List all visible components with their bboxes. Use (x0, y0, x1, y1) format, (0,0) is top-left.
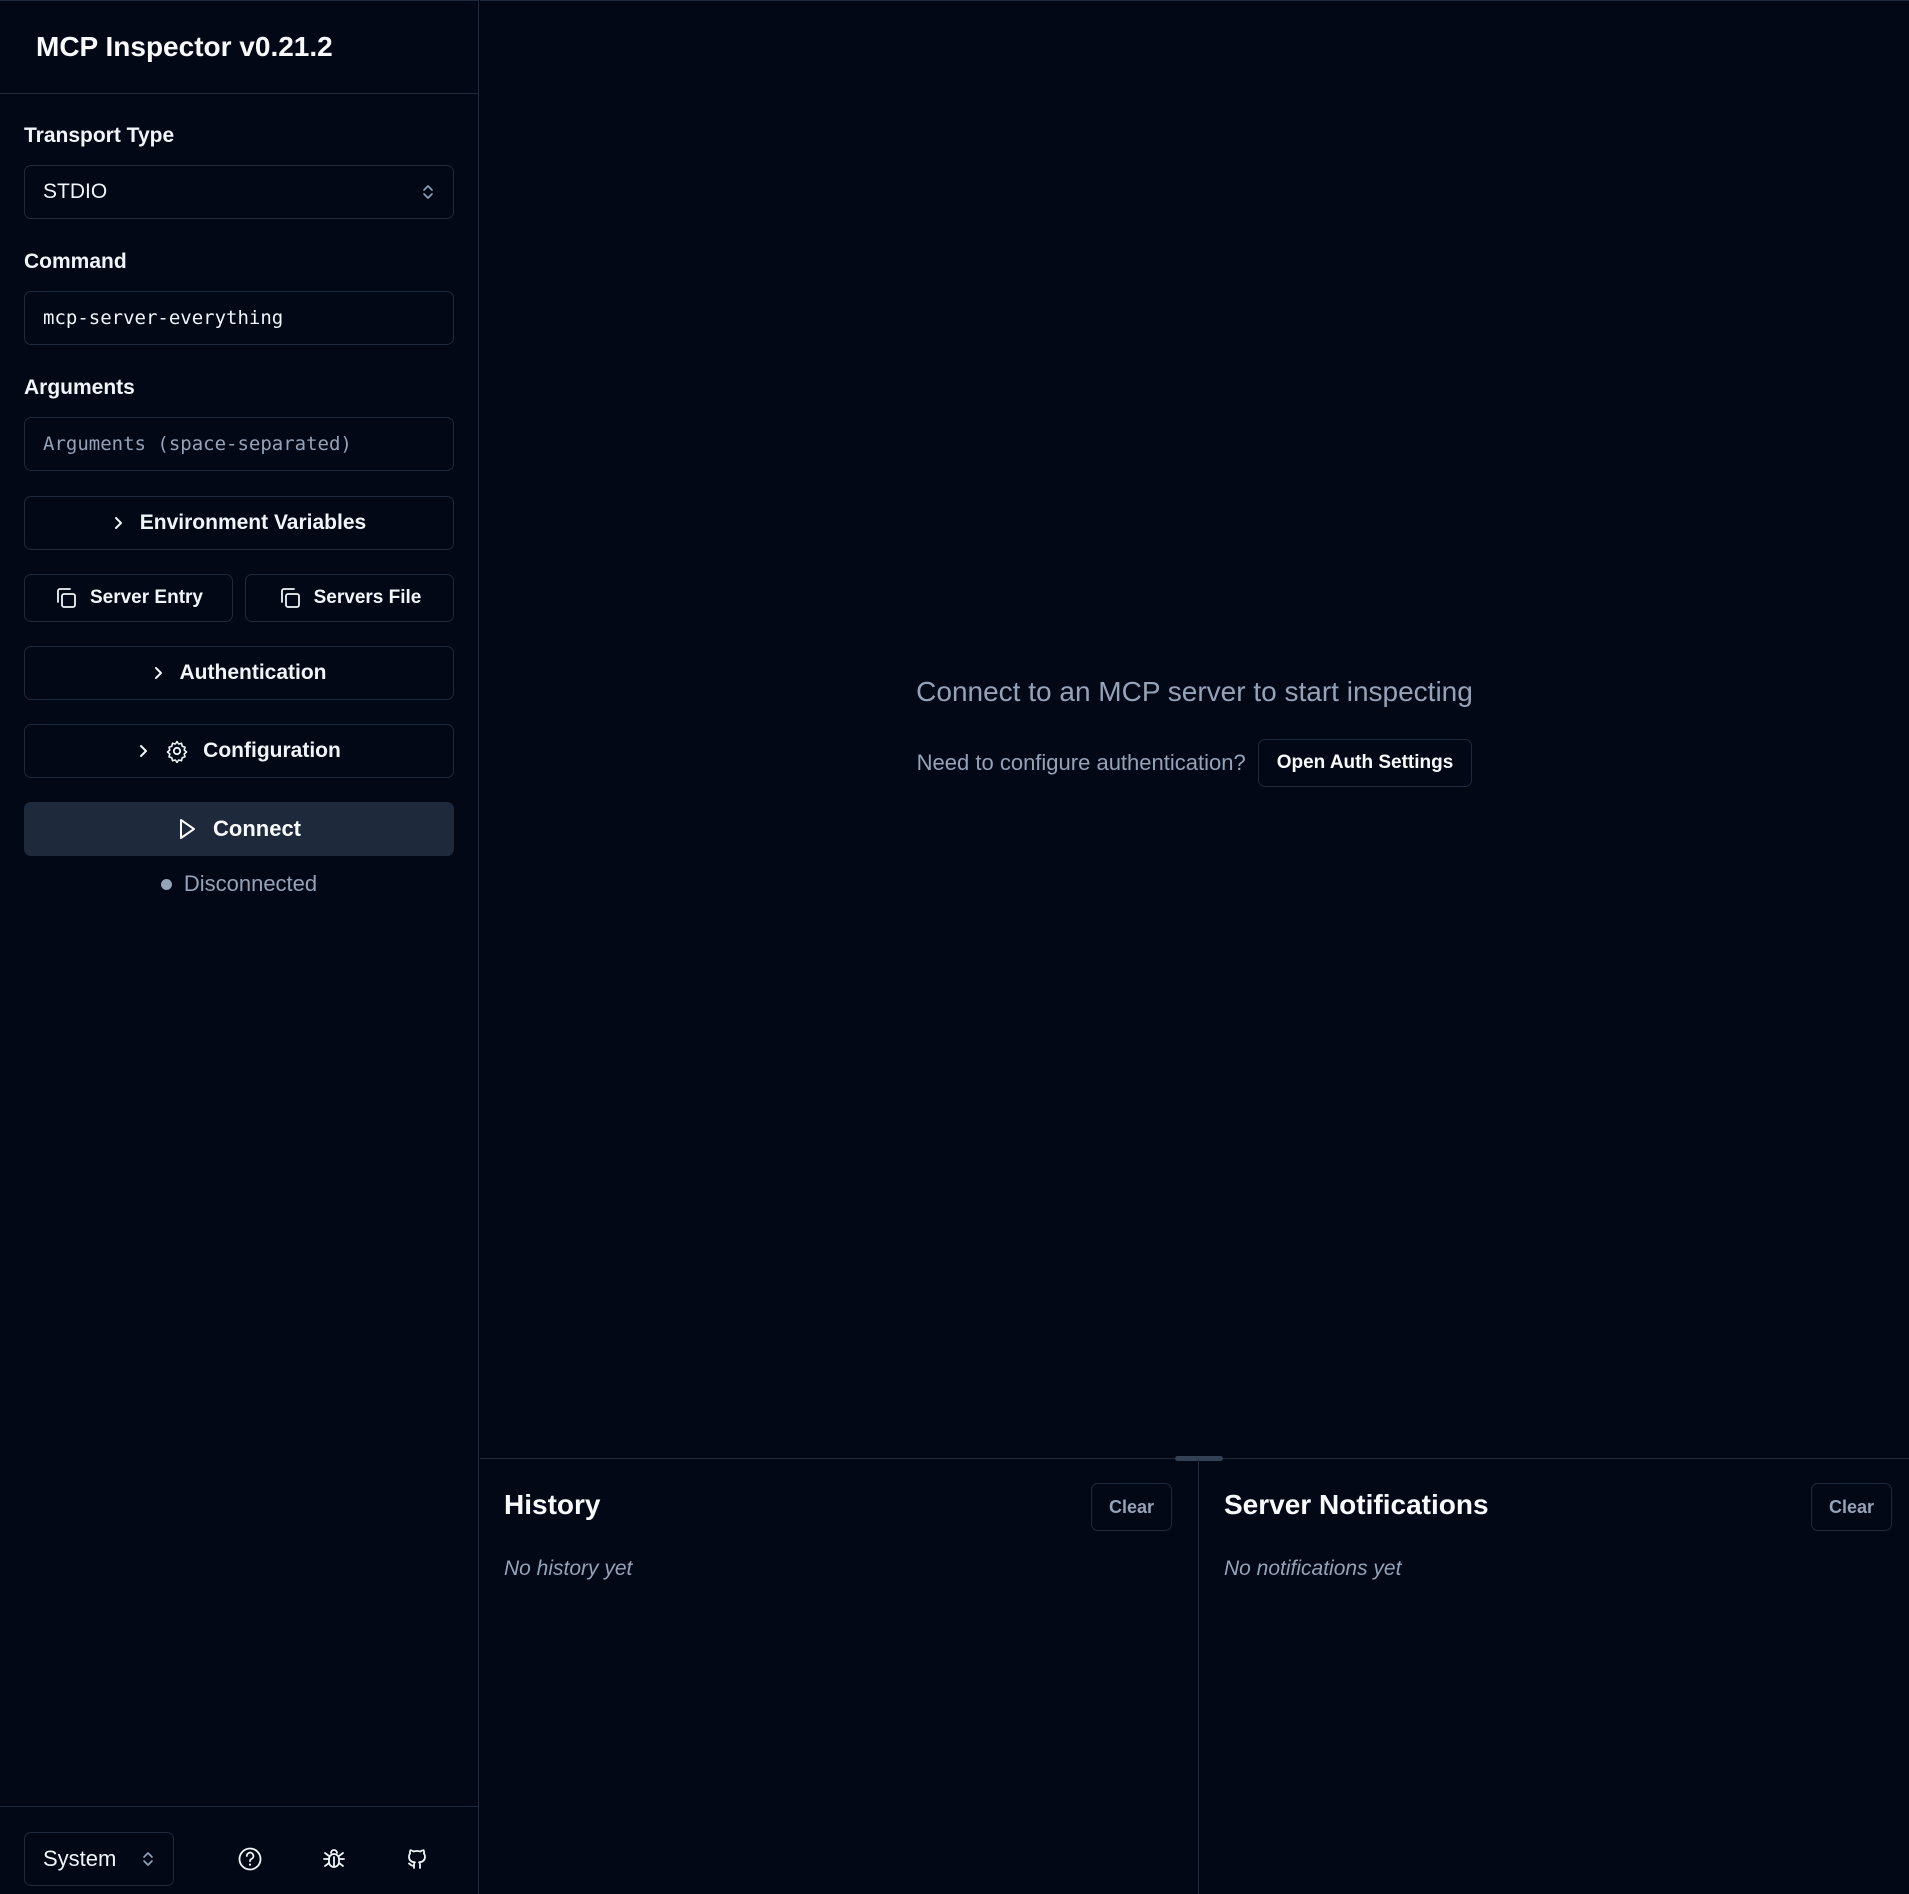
copy-server-entry-button[interactable]: Server Entry (24, 574, 233, 622)
notifications-empty-text: No notifications yet (1224, 1557, 1402, 1580)
github-button[interactable] (399, 1841, 435, 1877)
authentication-label: Authentication (179, 661, 327, 684)
empty-state-title: Connect to an MCP server to start inspec… (916, 676, 1473, 707)
sidebar-footer: System (0, 1806, 479, 1894)
command-input[interactable]: mcp-server-everything (24, 291, 454, 345)
arguments-label: Arguments (24, 376, 135, 399)
sidebar-header: MCP Inspector v0.21.2 (0, 1, 478, 94)
notifications-panel: Server Notifications Clear No notificati… (1200, 1459, 1909, 1894)
help-circle-icon (237, 1846, 263, 1872)
status-text: Disconnected (183, 871, 318, 896)
arguments-input[interactable]: Arguments (space-separated) (24, 417, 454, 471)
notifications-title: Server Notifications (1224, 1489, 1489, 1520)
chevron-up-down-icon (141, 1850, 155, 1868)
configuration-toggle[interactable]: Configuration (24, 724, 454, 778)
copy-servers-file-button[interactable]: Servers File (245, 574, 454, 622)
environment-variables-toggle[interactable]: Environment Variables (24, 496, 454, 550)
copy-icon (278, 586, 302, 610)
connection-status: Disconnected (24, 871, 454, 897)
app-title: MCP Inspector v0.21.2 (36, 31, 333, 62)
transport-type-select[interactable]: STDIO (24, 165, 454, 219)
main-content: Connect to an MCP server to start inspec… (480, 0, 1909, 1459)
auth-prompt-text: Need to configure authentication? (916, 750, 1246, 775)
sidebar: MCP Inspector v0.21.2 Transport Type STD… (0, 0, 479, 1894)
authentication-toggle[interactable]: Authentication (24, 646, 454, 700)
chevron-right-icon (137, 743, 151, 759)
theme-value: System (43, 1846, 117, 1871)
copy-icon (54, 586, 78, 610)
history-empty-text: No history yet (504, 1557, 633, 1580)
theme-select[interactable]: System (24, 1832, 174, 1886)
chevron-right-icon (112, 515, 126, 531)
connect-label: Connect (213, 816, 301, 841)
arguments-placeholder: Arguments (space-separated) (43, 433, 352, 455)
help-button[interactable] (232, 1841, 268, 1877)
command-value: mcp-server-everything (43, 307, 284, 329)
clear-history-button[interactable]: Clear (1091, 1483, 1173, 1531)
transport-type-value: STDIO (43, 180, 108, 203)
server-entry-label: Server Entry (89, 587, 203, 608)
open-auth-settings-button[interactable]: Open Auth Settings (1257, 739, 1473, 787)
app-root: MCP Inspector v0.21.2 Transport Type STD… (0, 0, 1909, 1894)
history-title: History (504, 1489, 601, 1520)
transport-type-label: Transport Type (24, 124, 175, 147)
servers-file-label: Servers File (313, 587, 422, 608)
debug-button[interactable] (316, 1841, 352, 1877)
connect-button[interactable]: Connect (24, 802, 454, 856)
play-icon (177, 818, 197, 840)
bottom-panels: History Clear No history yet Server Noti… (480, 1456, 1909, 1894)
bug-icon (321, 1846, 347, 1872)
clear-notifications-button[interactable]: Clear (1811, 1483, 1893, 1531)
gear-icon (165, 739, 189, 763)
history-panel: History Clear No history yet (480, 1459, 1199, 1894)
command-label: Command (24, 250, 127, 273)
environment-variables-label: Environment Variables (139, 511, 367, 534)
status-dot (160, 878, 172, 890)
chevron-right-icon (152, 665, 166, 681)
auth-prompt-row: Need to configure authentication? Open A… (480, 739, 1909, 787)
configuration-label: Configuration (203, 739, 341, 762)
github-icon (404, 1846, 430, 1872)
chevron-up-down-icon (421, 183, 435, 201)
